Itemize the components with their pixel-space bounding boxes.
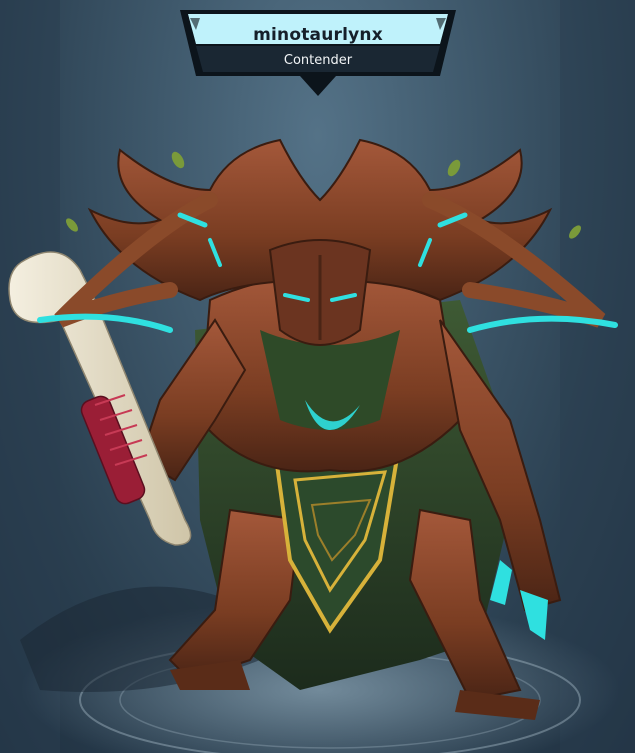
- face: [268, 239, 372, 346]
- player-name: minotaurlynx: [253, 25, 383, 45]
- player-rank-title: Contender: [283, 53, 353, 68]
- character-showcase: minotaurlynx Contender: [0, 0, 635, 753]
- player-nameplate: minotaurlynx Contender: [178, 8, 458, 98]
- bg-pillar-right: [560, 0, 635, 753]
- character-render: [0, 0, 635, 753]
